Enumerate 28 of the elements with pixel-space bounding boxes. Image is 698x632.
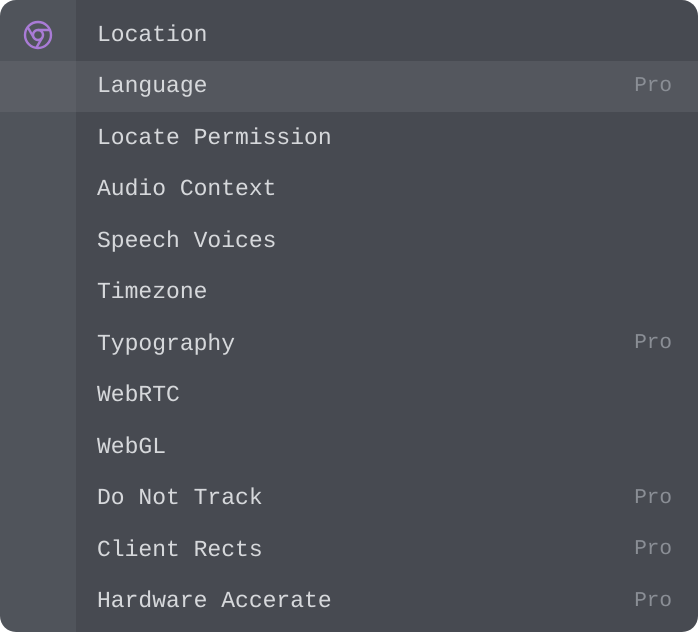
item-label: Audio Context: [97, 176, 276, 202]
menu-item[interactable]: WebGL: [0, 421, 698, 472]
item-label: Speech Voices: [97, 228, 276, 254]
menu-item[interactable]: Do Not Track Pro: [0, 472, 698, 524]
item-label: WebGL: [97, 434, 166, 460]
item-label: Hardware Accerate: [97, 588, 332, 614]
menu-item[interactable]: Locate Permission: [0, 112, 698, 164]
menu-item[interactable]: Client Rects Pro: [0, 524, 698, 576]
pro-label: Pro: [634, 486, 672, 510]
item-label: Location: [97, 22, 208, 48]
pro-label: Pro: [634, 590, 672, 613]
item-label: Do Not Track: [97, 485, 263, 512]
menu-item[interactable]: Typography Pro: [0, 318, 698, 370]
item-label: Language: [97, 73, 208, 100]
menu-item[interactable]: Speech Voices: [0, 215, 698, 266]
item-label: Typography: [97, 330, 236, 357]
menu-item[interactable]: Timezone: [0, 266, 698, 318]
pro-label: Pro: [634, 538, 672, 562]
menu-item[interactable]: WebRTC: [0, 370, 698, 421]
item-label: Locate Permission: [97, 124, 332, 151]
menu-item[interactable]: Location: [0, 9, 698, 60]
pro-label: Pro: [634, 332, 672, 356]
item-label: Client Rects: [97, 536, 263, 563]
item-label: Timezone: [97, 279, 208, 306]
browser-icon: [23, 20, 53, 50]
menu-item[interactable]: Audio Context: [0, 164, 698, 215]
item-label: WebRTC: [97, 382, 180, 408]
menu-item[interactable]: Hardware Accerate Pro: [0, 576, 698, 627]
